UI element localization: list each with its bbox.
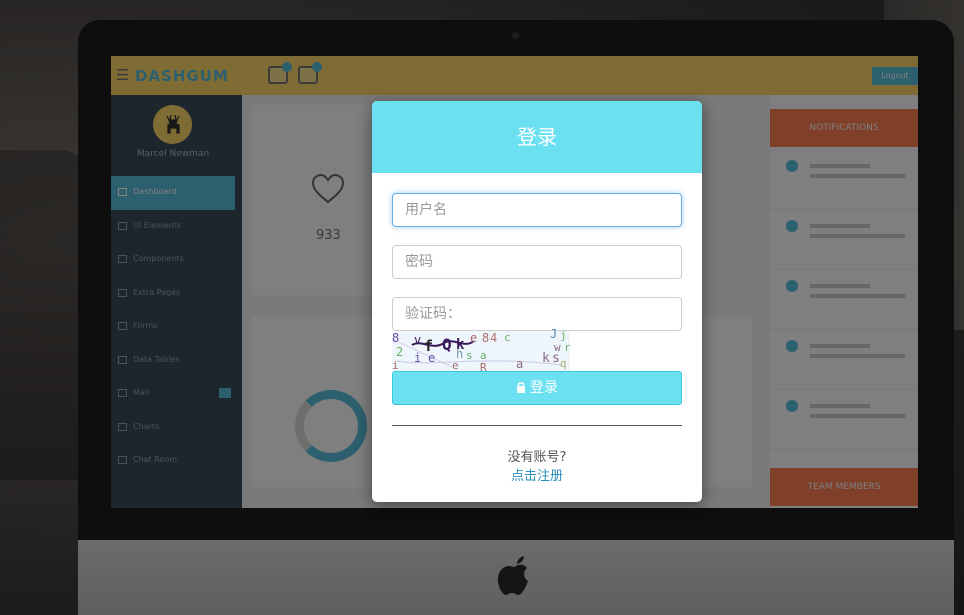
register-link[interactable]: 点击注册: [372, 465, 702, 484]
username-input[interactable]: [392, 193, 682, 227]
password-input[interactable]: [392, 245, 682, 279]
login-button-label: 登录: [530, 380, 558, 396]
lock-icon: [517, 382, 525, 393]
captcha-image[interactable]: 8 v f Q k e 8 4 c J j w r 2 i e h s a k …: [391, 327, 571, 374]
login-button[interactable]: 登录: [392, 371, 682, 405]
login-modal: 登录 8 v f Q k e 8 4 c J j w r 2 i e h s a…: [372, 101, 702, 502]
captcha-input[interactable]: [392, 297, 682, 331]
no-account-text: 没有账号?: [507, 450, 567, 465]
modal-title: 登录: [372, 101, 702, 173]
divider: [392, 425, 682, 426]
